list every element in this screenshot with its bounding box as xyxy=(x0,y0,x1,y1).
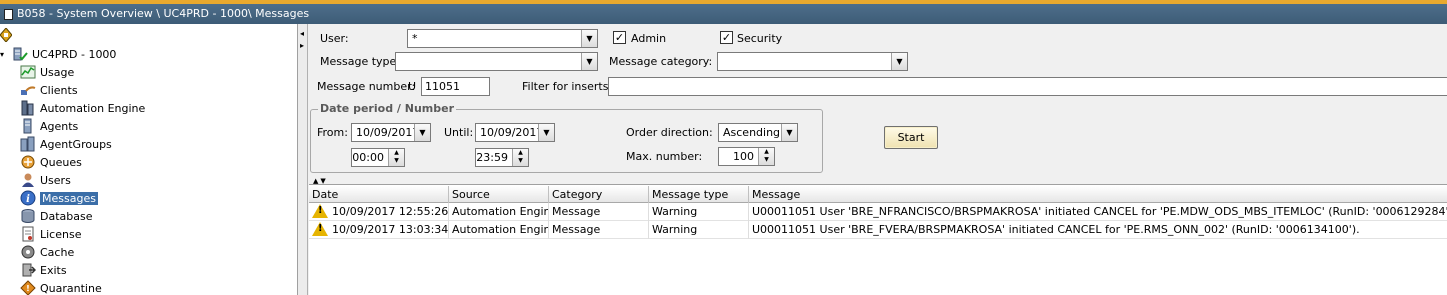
cell-message: U00011051 User 'BRE_FVERA/BRSPMAKROSA' i… xyxy=(752,223,1360,236)
tree-root-label: UC4PRD - 1000 xyxy=(32,47,117,61)
message-category-label: Message category: xyxy=(609,55,713,68)
server-check-icon xyxy=(13,47,28,61)
column-header-source[interactable]: Source xyxy=(449,186,549,203)
database-icon xyxy=(21,209,35,223)
cell-source: Automation Engine xyxy=(449,203,549,221)
security-checkbox[interactable]: ✓ xyxy=(720,31,733,44)
calendar-dropdown-icon[interactable]: ▼ xyxy=(414,124,430,141)
navigation-tree[interactable]: ▾ UC4PRD - 1000 Usage Clients Automation… xyxy=(0,24,298,295)
svg-text:i: i xyxy=(26,194,30,205)
window-titlebar: B058 - System Overview \ UC4PRD - 1000\ … xyxy=(0,4,1447,24)
agentgroups-icon xyxy=(20,136,35,152)
spinner-arrows-icon[interactable]: ▲ ▼ xyxy=(388,149,404,166)
from-date-picker[interactable]: 10/09/2017 ▼ xyxy=(351,123,431,142)
expand-right-icon[interactable]: ▸ xyxy=(300,42,304,50)
panel-splitter[interactable]: ◂ ▸ xyxy=(298,24,308,295)
cell-source: Automation Engine xyxy=(449,221,549,239)
user-combobox[interactable]: * ▼ xyxy=(407,29,598,48)
max-number-spinner[interactable]: 100 ▲ ▼ xyxy=(718,147,775,166)
license-icon xyxy=(22,226,34,242)
tree-item-users[interactable]: Users xyxy=(20,171,71,189)
column-header-message-type[interactable]: Message type xyxy=(649,186,749,203)
warning-icon xyxy=(312,204,328,218)
user-label: User: xyxy=(320,32,349,45)
collapse-arrow-icon[interactable]: ▾ xyxy=(0,50,8,59)
tree-item-license[interactable]: License xyxy=(20,225,81,243)
system-overview-icon xyxy=(0,28,12,42)
clients-icon xyxy=(21,86,36,95)
tree-item-messages[interactable]: i Messages xyxy=(20,189,98,207)
collapse-left-icon[interactable]: ◂ xyxy=(300,30,304,38)
cell-message-type: Warning xyxy=(649,221,749,239)
messages-table[interactable]: Date Source Category Message type Messag… xyxy=(309,184,1447,295)
chevron-down-icon[interactable]: ▼ xyxy=(891,53,907,70)
table-header: Date Source Category Message type Messag… xyxy=(309,186,1447,203)
message-type-combobox[interactable]: ▼ xyxy=(395,52,598,71)
tree-item-database[interactable]: Database xyxy=(20,207,93,225)
chevron-down-icon[interactable]: ▼ xyxy=(781,124,797,141)
agents-icon xyxy=(23,118,32,134)
quarantine-icon: ! xyxy=(20,280,36,295)
until-time-spinner[interactable]: 23:59 ▲ ▼ xyxy=(475,148,529,167)
message-number-input[interactable]: 11051 xyxy=(421,77,490,96)
cell-date: 10/09/2017 12:55:26 xyxy=(332,205,449,218)
tree-item-clients[interactable]: Clients xyxy=(20,81,78,99)
date-period-legend: Date period / Number xyxy=(318,102,456,115)
chevron-down-icon[interactable]: ▼ xyxy=(581,53,597,70)
max-number-label: Max. number: xyxy=(626,150,703,163)
column-header-message[interactable]: Message xyxy=(749,186,1447,203)
queues-icon xyxy=(21,155,35,169)
order-direction-combobox[interactable]: Ascending ▼ xyxy=(718,123,798,142)
tree-item-queues[interactable]: Queues xyxy=(20,153,82,171)
svg-text:!: ! xyxy=(26,284,30,293)
message-number-prefix: U xyxy=(408,80,417,93)
server-icon xyxy=(21,100,34,116)
tree-item-agentgroups[interactable]: AgentGroups xyxy=(20,135,112,153)
users-icon xyxy=(22,173,34,187)
filter-inserts-input[interactable] xyxy=(608,77,1447,96)
tree-item-agents[interactable]: Agents xyxy=(20,117,78,135)
spinner-arrows-icon[interactable]: ▲ ▼ xyxy=(758,148,774,165)
message-number-label: Message number: xyxy=(317,80,416,93)
info-icon: i xyxy=(20,190,36,206)
order-direction-label: Order direction: xyxy=(626,126,713,139)
exits-icon xyxy=(22,263,36,277)
cell-category: Message xyxy=(549,203,649,221)
column-header-category[interactable]: Category xyxy=(549,186,649,203)
filter-inserts-label: Filter for inserts: xyxy=(522,80,613,93)
usage-icon xyxy=(20,65,36,79)
from-time-spinner[interactable]: 00:00 ▲ ▼ xyxy=(351,148,405,167)
from-label: From: xyxy=(317,126,348,139)
admin-label: Admin xyxy=(631,32,667,45)
cache-icon xyxy=(21,245,35,259)
start-button[interactable]: Start xyxy=(884,126,938,149)
tree-item-exits[interactable]: Exits xyxy=(20,261,67,279)
chevron-down-icon[interactable]: ▼ xyxy=(581,30,597,47)
cell-category: Message xyxy=(549,221,649,239)
tree-item-automation-engine[interactable]: Automation Engine xyxy=(20,99,145,117)
document-icon xyxy=(4,8,13,20)
cell-date: 10/09/2017 13:03:34 xyxy=(332,223,449,236)
admin-checkbox[interactable]: ✓ xyxy=(613,31,626,44)
until-date-picker[interactable]: 10/09/2017 ▼ xyxy=(475,123,555,142)
security-label: Security xyxy=(737,32,783,45)
tree-item-usage[interactable]: Usage xyxy=(20,63,74,81)
tree-root-uc4prd[interactable]: ▾ UC4PRD - 1000 xyxy=(0,45,116,63)
table-row[interactable]: 10/09/2017 13:03:34 Automation Engine Me… xyxy=(309,221,1447,239)
messages-panel: User: * ▼ ✓ Admin ✓ Security Message typ… xyxy=(309,24,1447,295)
window-title: B058 - System Overview \ UC4PRD - 1000\ … xyxy=(17,7,310,20)
tree-item-quarantine[interactable]: ! Quarantine xyxy=(20,279,102,295)
cell-message: U00011051 User 'BRE_NFRANCISCO/BRSPMAKRO… xyxy=(752,205,1447,218)
calendar-dropdown-icon[interactable]: ▼ xyxy=(538,124,554,141)
column-header-date[interactable]: Date xyxy=(309,186,449,203)
until-label: Until: xyxy=(444,126,474,139)
table-row[interactable]: 10/09/2017 12:55:26 Automation Engine Me… xyxy=(309,203,1447,221)
cell-message-type: Warning xyxy=(649,203,749,221)
message-type-label: Message type: xyxy=(320,55,400,68)
spinner-arrows-icon[interactable]: ▲ ▼ xyxy=(512,149,528,166)
tree-item-cache[interactable]: Cache xyxy=(20,243,74,261)
message-category-combobox[interactable]: ▼ xyxy=(717,52,908,71)
warning-icon xyxy=(312,222,328,236)
